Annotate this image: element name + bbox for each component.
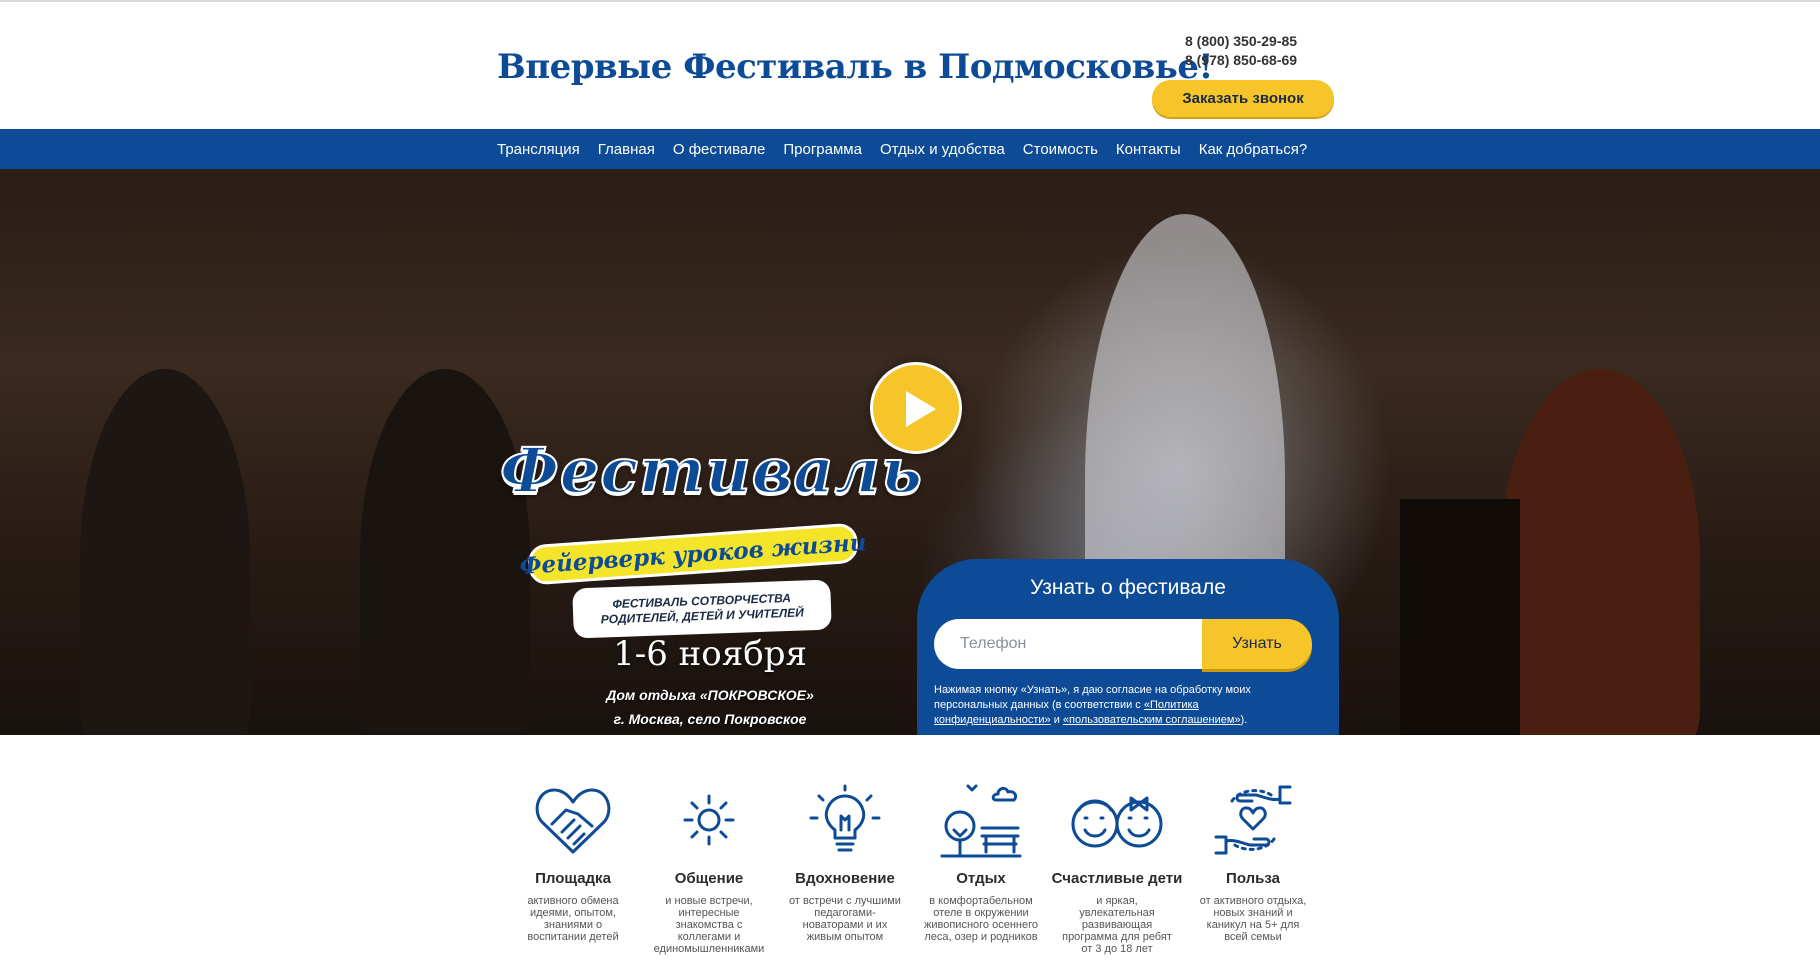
festival-venue: Дом отдыха «ПОКРОВСКОЕ» xyxy=(606,687,814,703)
nav-item-about[interactable]: О фестивале xyxy=(673,141,766,158)
feature-item: Вдохновение от встречи с лучшими педагог… xyxy=(777,780,913,972)
handshake-heart-icon xyxy=(505,780,641,860)
park-bench-icon xyxy=(913,780,1049,860)
stage-bench-right xyxy=(1400,499,1520,735)
nav-item-home[interactable]: Главная xyxy=(598,141,655,158)
consent-suffix: ). xyxy=(1240,714,1248,726)
lead-form: Узнать о фестивале Узнать Нажимая кнопку… xyxy=(917,559,1339,735)
nav-item-contacts[interactable]: Контакты xyxy=(1116,141,1181,158)
feature-title: Площадка xyxy=(535,870,611,887)
festival-logo-title: Фестиваль xyxy=(499,433,923,508)
festival-place: Дом отдыха «ПОКРОВСКОЕ» г. Москва, село … xyxy=(560,683,860,731)
lead-form-title: Узнать о фестивале xyxy=(1030,576,1226,599)
feature-title: Польза xyxy=(1226,870,1280,887)
stage-person-3 xyxy=(1500,369,1700,735)
feature-title: Отдых xyxy=(956,870,1006,887)
consent-and: и xyxy=(1050,714,1063,726)
stage-person-1 xyxy=(80,369,250,735)
features-section: Площадка активного обмена идеями, опытом… xyxy=(505,780,1325,972)
sun-icon xyxy=(641,780,777,860)
feature-item: Польза от активного отдыха, новых знаний… xyxy=(1185,780,1321,972)
festival-location: г. Москва, село Покровское xyxy=(613,711,807,727)
site-header: Впервые Фестиваль в Подмосковье! 8 (800)… xyxy=(0,2,1820,129)
consent-prefix: Нажимая кнопку «Узнать», я даю согласие … xyxy=(934,684,1251,711)
feature-title: Счастливые дети xyxy=(1051,870,1183,887)
feature-text: активного обмена идеями, опытом, знаниям… xyxy=(527,895,619,943)
feature-text: от активного отдыха, новых знаний и кани… xyxy=(1199,895,1307,943)
nav-item-broadcast[interactable]: Трансляция xyxy=(497,141,580,158)
phone-number-1[interactable]: 8 (800) 350-29-85 xyxy=(1185,32,1297,51)
feature-text: и новые встречи, интересные знакомства с… xyxy=(653,895,765,955)
nav-item-price[interactable]: Стоимость xyxy=(1023,141,1098,158)
consent-text: Нажимая кнопку «Узнать», я даю согласие … xyxy=(934,683,1279,728)
phone-numbers: 8 (800) 350-29-85 8 (978) 850-68-69 xyxy=(1185,32,1297,70)
feature-item: Отдых в комфортабельном отеле в окружени… xyxy=(913,780,1049,972)
order-callback-button[interactable]: Заказать звонок xyxy=(1152,80,1334,117)
stage-person-2 xyxy=(360,369,530,735)
feature-title: Вдохновение xyxy=(795,870,895,887)
user-agreement-link[interactable]: «пользовательским соглашением» xyxy=(1063,714,1241,726)
feature-text: и яркая, увлекательная развивающая прогр… xyxy=(1062,895,1172,955)
feature-item: Площадка активного обмена идеями, опытом… xyxy=(505,780,641,972)
main-nav: Трансляция Главная О фестивале Программа… xyxy=(0,129,1820,169)
phone-number-2[interactable]: 8 (978) 850-68-69 xyxy=(1185,51,1297,70)
feature-text: в комфортабельном отеле в окружении живо… xyxy=(924,895,1038,943)
festival-dates: 1-6 ноября xyxy=(613,634,807,674)
hands-heart-icon xyxy=(1185,780,1321,860)
feature-item: Счастливые дети и яркая, увлекательная р… xyxy=(1049,780,1185,972)
feature-title: Общение xyxy=(674,870,744,887)
festival-logo-subtitle: ФЕСТИВАЛЬ СОТВОРЧЕСТВА РОДИТЕЛЕЙ, ДЕТЕЙ … xyxy=(572,579,832,639)
lightbulb-icon xyxy=(777,780,913,860)
hero-video-section: Фестиваль Фейерверк уроков жизни ФЕСТИВА… xyxy=(0,169,1820,735)
festival-logo-ribbon: Фейерверк уроков жизни xyxy=(519,522,867,586)
nav-item-leisure[interactable]: Отдых и удобства xyxy=(880,141,1005,158)
feature-text: от встречи с лучшими педагогами-новатора… xyxy=(789,895,901,943)
happy-kids-icon xyxy=(1049,780,1185,860)
play-icon xyxy=(906,391,936,427)
nav-item-program[interactable]: Программа xyxy=(783,141,862,158)
feature-item: Общение и новые встречи, интересные знак… xyxy=(641,780,777,972)
nav-item-directions[interactable]: Как добраться? xyxy=(1199,141,1308,158)
learn-submit-button[interactable]: Узнать xyxy=(1202,619,1312,669)
site-title: Впервые Фестиваль в Подмосковье! xyxy=(497,47,1213,87)
phone-input[interactable] xyxy=(934,619,1204,669)
